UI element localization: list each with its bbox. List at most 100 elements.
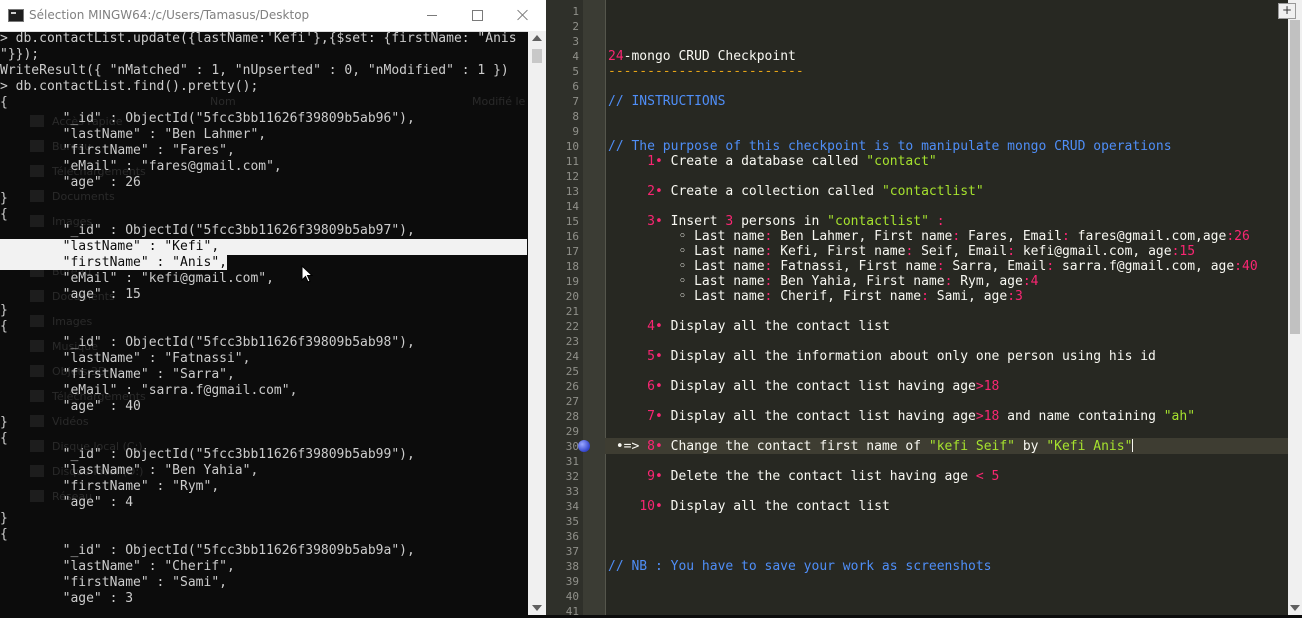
code-token: 3• (647, 214, 663, 229)
code-token: sarra.f@gmail.com, age (1054, 259, 1235, 274)
line-number: 5 (572, 65, 579, 78)
line-number: 31 (565, 455, 579, 468)
code-line[interactable]: 4• Display all the contact list (608, 319, 890, 335)
bookmark-icon[interactable] (578, 440, 590, 452)
code-line[interactable]: ◦ Last name: Kefi, First name: Seif, Ema… (608, 244, 1195, 260)
terminal-line: "_id" : ObjectId("5fcc3bb11626f39809b5ab… (0, 111, 415, 126)
code-line[interactable]: 1• Create a database called "contact" (608, 154, 937, 170)
code-line[interactable]: // NB : You have to save your work as sc… (608, 559, 992, 575)
code-token: ◦ Last name (608, 259, 765, 274)
line-number: 40 (565, 590, 579, 603)
scroll-up-arrow-icon[interactable] (532, 35, 542, 41)
code-line[interactable]: // INSTRUCTIONS (608, 94, 725, 110)
fold-margin[interactable] (583, 0, 606, 615)
terminal-line: } (0, 511, 8, 526)
code-token: -mongo CRUD Checkpoint (623, 49, 796, 64)
line-number: 34 (565, 500, 579, 513)
minimize-button[interactable] (410, 0, 455, 31)
code-content[interactable]: 24-mongo CRUD Checkpoint ----------------… (608, 0, 1288, 615)
code-token: 24 (608, 49, 624, 64)
terminal-line: "age" : 15 (0, 287, 141, 302)
line-number: 36 (565, 530, 579, 543)
editor-scrollbar[interactable]: + (1278, 0, 1302, 615)
terminal-line: "firstName" : "Rym", (0, 479, 220, 494)
code-token: : (936, 259, 945, 274)
maximize-button[interactable] (455, 0, 500, 31)
code-token: "contactlist" (827, 214, 929, 229)
code-token: 18 (983, 379, 1000, 394)
code-token: ------------------------- (608, 64, 804, 79)
terminal-scrollbar[interactable] (528, 31, 546, 615)
terminal-titlebar[interactable]: Sélection MINGW64:/c/Users/Tamasus/Deskt… (0, 0, 546, 32)
line-number: 1 (572, 5, 579, 18)
code-token: Display all the information about only o… (662, 349, 1156, 364)
code-token: "contact" (866, 154, 937, 169)
line-number: 21 (565, 305, 579, 318)
code-token: : (1007, 289, 1016, 304)
selected-text[interactable]: "lastName" : "Kefi", (0, 239, 527, 255)
code-token: ◦ Last name (608, 229, 765, 244)
code-line[interactable]: 5• Display all the information about onl… (608, 349, 1156, 365)
code-line[interactable]: // The purpose of this checkpoint is to … (608, 139, 1172, 155)
terminal-app-icon[interactable] (8, 9, 24, 22)
terminal-line: > db.contactList.update({lastName:'Kefi'… (0, 31, 517, 46)
code-line[interactable]: 7• Display all the contact list having a… (608, 409, 1195, 425)
code-line[interactable]: 10• Display all the contact list (608, 499, 889, 515)
line-number: 35 (565, 515, 579, 528)
code-line[interactable]: 3• Insert 3 persons in "contactlist" : (608, 214, 944, 230)
code-token: Ben Yahia, First name (772, 274, 945, 289)
terminal-line: > db.contactList.find().pretty(); (0, 79, 259, 94)
code-token: 1• (647, 154, 663, 169)
selected-text[interactable]: "firstName" : "Anis", (0, 255, 227, 270)
code-token: 9• (647, 469, 663, 484)
code-token: Display all the contact list (662, 319, 890, 334)
terminal-line: "_id" : ObjectId("5fcc3bb11626f39809b5ab… (0, 447, 415, 462)
code-line[interactable]: ◦ Last name: Fatnassi, First name: Sarra… (608, 259, 1257, 275)
plus-icon[interactable]: + (1278, 3, 1296, 19)
terminal-window[interactable]: Sélection MINGW64:/c/Users/Tamasus/Deskt… (0, 0, 546, 615)
line-number: 19 (565, 275, 579, 288)
mouse-pointer-icon (301, 265, 313, 283)
code-line[interactable]: 9• Delete the the contact list having ag… (608, 469, 999, 485)
text-caret (1132, 439, 1134, 452)
editor-scroll-thumb[interactable] (1290, 20, 1300, 334)
code-line[interactable]: ◦ Last name: Ben Yahia, First name: Rym,… (608, 274, 1039, 290)
terminal-line: "lastName" : "Ben Yahia", (0, 463, 259, 478)
line-number: 28 (565, 410, 579, 423)
line-number: 38 (565, 560, 579, 573)
terminal-line: "eMail" : "kefi@gmail.com", (0, 271, 274, 286)
code-token: Fares, Email (960, 229, 1062, 244)
ghost-sidebar-item: Documents (52, 190, 115, 203)
code-token: Sami, age (928, 289, 1008, 304)
code-line[interactable]: ◦ Last name: Cherif, First name: Sami, a… (608, 289, 1022, 305)
code-token: Ben Lahmer, First name (772, 229, 953, 244)
code-token: 4 (1030, 274, 1039, 289)
scroll-down-arrow-icon[interactable] (532, 605, 542, 611)
code-line[interactable]: 2• Create a collection called "contactli… (608, 184, 984, 200)
code-token: "ah" (1163, 409, 1196, 424)
terminal-output[interactable]: Accès rapide Bureau Téléchargements Documen… (0, 31, 528, 615)
scroll-down-arrow-icon[interactable] (1290, 605, 1300, 611)
code-editor[interactable]: 1 2 3 4 5 6 7 8 9 10 11 12 13 14 15 16 17 18 19 20 21 22 23 24 2… (546, 0, 1302, 618)
code-line[interactable]: ------------------------- (608, 64, 804, 80)
line-number: 11 (565, 155, 579, 168)
code-line[interactable]: •=> 8• Change the contact first name of … (608, 439, 1134, 455)
line-number: 25 (565, 365, 579, 378)
terminal-line: { (0, 207, 8, 222)
code-token: Kefi, First name (772, 244, 906, 259)
line-number: 33 (565, 485, 579, 498)
close-button[interactable] (500, 0, 545, 31)
code-token: fares@gmail.com,age (1069, 229, 1227, 244)
code-token: 15 (1179, 244, 1196, 259)
code-token: and name containing (999, 409, 1164, 424)
terminal-scroll-thumb[interactable] (532, 49, 542, 63)
terminal-line: "age" : 3 (0, 591, 134, 606)
code-token: Create a collection called (662, 184, 882, 199)
line-number: 32 (565, 470, 579, 483)
code-line[interactable]: ◦ Last name: Ben Lahmer, First name: Far… (608, 229, 1249, 245)
code-line[interactable]: 24-mongo CRUD Checkpoint (608, 49, 796, 65)
code-token: 4• (647, 319, 663, 334)
code-line[interactable]: 6• Display all the contact list having a… (608, 379, 999, 395)
terminal-line: { (0, 95, 8, 110)
line-number: 12 (565, 170, 579, 183)
